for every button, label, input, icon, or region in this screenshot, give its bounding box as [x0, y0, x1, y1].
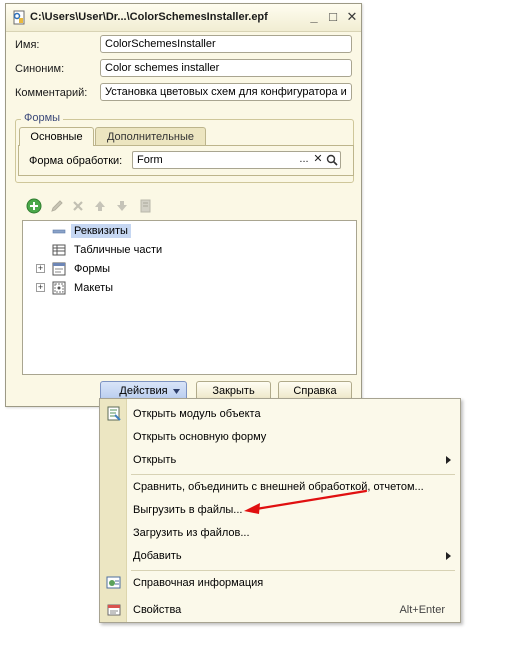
submenu-arrow-icon [446, 552, 451, 560]
tree-item-label: Табличные части [74, 244, 163, 256]
actions-label: Действия [119, 385, 168, 397]
menu-separator [131, 570, 455, 571]
add-icon[interactable] [26, 198, 42, 214]
menu-item-open-main-form[interactable]: Открыть основную форму [100, 426, 460, 448]
menu-item-open-object-module[interactable]: Открыть модуль объекта [100, 403, 460, 425]
annotation-arrow-icon [244, 489, 368, 514]
menu-item-label: Открыть основную форму [133, 431, 267, 443]
form-icon [52, 262, 66, 276]
chevron-down-icon [173, 389, 180, 394]
maximize-icon[interactable]: □ [325, 9, 341, 25]
expand-icon[interactable]: + [36, 283, 45, 292]
menu-item-label: Свойства [133, 604, 182, 616]
menu-item-label: Выгрузить в файлы... [133, 504, 243, 516]
table-icon [52, 244, 66, 256]
reference-info-icon [106, 576, 121, 589]
external-processing-window: C:\Users\User\Dr...\ColorSchemesInstalle… [5, 3, 362, 407]
move-up-icon [95, 201, 105, 211]
menu-item-label: Справочная информация [133, 577, 264, 589]
menu-item-reference-info[interactable]: Справочная информация [100, 572, 460, 594]
title-bar[interactable]: C:\Users\User\Dr...\ColorSchemesInstalle… [6, 4, 361, 32]
delete-icon [73, 201, 83, 211]
select-button[interactable]: ... [297, 152, 311, 168]
tree-item-tabular-sections[interactable]: Табличные части [23, 241, 356, 260]
move-down-icon [117, 201, 127, 211]
tree-item-attributes[interactable]: Реквизиты [23, 222, 356, 241]
tab-additional[interactable]: Дополнительные [95, 127, 206, 146]
edit-icon [51, 200, 63, 212]
comment-label: Комментарий: [15, 87, 88, 99]
processing-form-field[interactable]: Form ... ✕ [132, 151, 341, 169]
menu-item-label: Открыть модуль объекта [133, 408, 261, 420]
tree-item-label: Формы [74, 263, 111, 275]
window-title: C:\Users\User\Dr...\ColorSchemesInstalle… [30, 11, 268, 23]
close-icon[interactable]: ✕ [344, 9, 360, 25]
template-icon [52, 281, 66, 295]
clear-icon[interactable]: ✕ [311, 152, 325, 168]
name-field[interactable]: ColorSchemesInstaller [100, 35, 352, 53]
processing-form-value: Form [137, 154, 163, 166]
menu-separator [131, 474, 455, 475]
tree-item-templates[interactable]: + Макеты [23, 279, 356, 298]
sort-icon [140, 199, 151, 213]
minimize-icon[interactable]: _ [306, 9, 322, 25]
comment-field[interactable]: Установка цветовых схем для конфигуратор… [100, 83, 352, 101]
synonym-label: Синоним: [15, 63, 65, 75]
module-icon [107, 406, 121, 421]
forms-group-title: Формы [21, 112, 64, 124]
synonym-field[interactable]: Color schemes installer [100, 59, 352, 77]
tab-main[interactable]: Основные [19, 127, 94, 146]
name-label: Имя: [15, 39, 40, 51]
attributes-icon [52, 229, 66, 234]
menu-item-shortcut: Alt+Enter [399, 604, 445, 616]
menu-item-properties[interactable]: Свойства Alt+Enter [100, 599, 460, 621]
tree-item-label: Реквизиты [71, 224, 131, 238]
menu-item-label: Загрузить из файлов... [133, 527, 250, 539]
menu-item-label: Добавить [133, 550, 182, 562]
tree-item-forms[interactable]: + Формы [23, 260, 356, 279]
structure-tree: Реквизиты Табличные части + Формы + Маке… [22, 220, 357, 375]
menu-item-label: Открыть [133, 454, 177, 466]
tree-item-label: Макеты [74, 282, 114, 294]
menu-item-add[interactable]: Добавить [100, 545, 460, 567]
properties-icon [107, 604, 121, 616]
menu-item-open[interactable]: Открыть [100, 449, 460, 471]
processing-file-icon [13, 10, 25, 25]
submenu-arrow-icon [446, 456, 451, 464]
expand-icon[interactable]: + [36, 264, 45, 273]
menu-item-import-from-files[interactable]: Загрузить из файлов... [100, 522, 460, 544]
processing-form-label: Форма обработки: [29, 155, 123, 167]
search-icon[interactable] [325, 153, 339, 167]
tab-panel: Форма обработки: Form ... ✕ [18, 145, 354, 176]
